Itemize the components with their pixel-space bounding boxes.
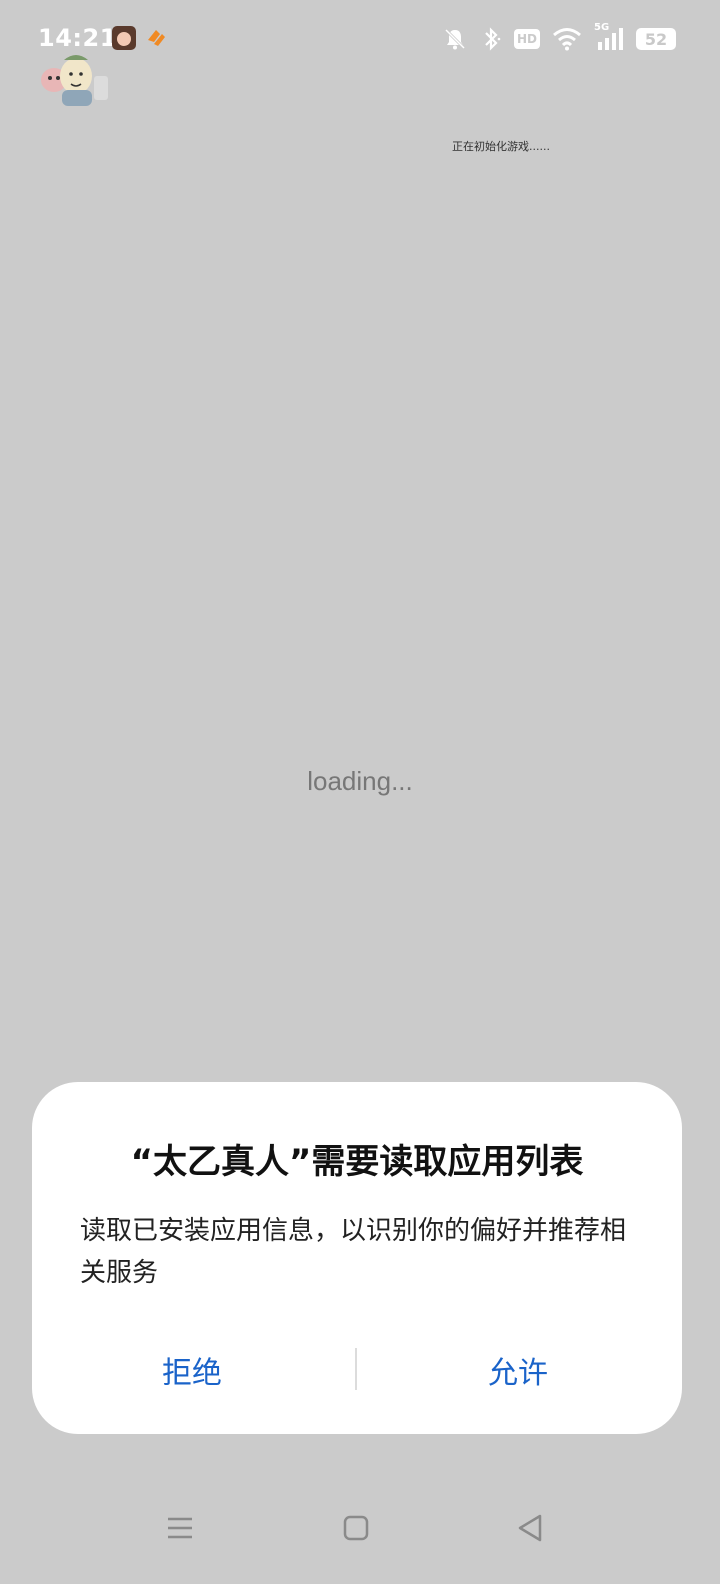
loading-hint-text: 正在初始化游戏...... bbox=[452, 140, 550, 153]
hd-icon: HD bbox=[514, 29, 540, 49]
dialog-title: “太乙真人”需要读取应用列表 bbox=[130, 1142, 584, 1182]
menu-icon[interactable] bbox=[160, 1508, 200, 1548]
navigation-bar bbox=[0, 1490, 720, 1560]
dialog-actions: 拒绝 允许 bbox=[32, 1340, 682, 1400]
app-notification-icon-2 bbox=[144, 26, 168, 50]
wifi-icon bbox=[552, 27, 582, 51]
home-icon[interactable] bbox=[336, 1508, 376, 1548]
action-divider bbox=[355, 1348, 357, 1390]
mute-bell-icon bbox=[442, 26, 468, 52]
allow-button[interactable]: 允许 bbox=[358, 1340, 678, 1400]
floating-avatar-sticker[interactable] bbox=[38, 46, 112, 110]
status-icons: HD 5G 52 bbox=[442, 22, 676, 54]
signal-5g-icon: 5G bbox=[594, 22, 624, 52]
loading-text: loading... bbox=[307, 766, 413, 796]
bluetooth-icon bbox=[480, 26, 502, 52]
deny-button[interactable]: 拒绝 bbox=[32, 1340, 352, 1400]
app-notification-icon bbox=[112, 26, 136, 50]
permission-dialog: “太乙真人”需要读取应用列表 读取已安装应用信息，以识别你的偏好并推荐相关服务 … bbox=[32, 1082, 682, 1434]
battery-icon: 52 bbox=[636, 28, 676, 50]
back-icon[interactable] bbox=[510, 1508, 550, 1548]
dialog-message: 读取已安装应用信息，以识别你的偏好并推荐相关服务 bbox=[80, 1216, 627, 1288]
